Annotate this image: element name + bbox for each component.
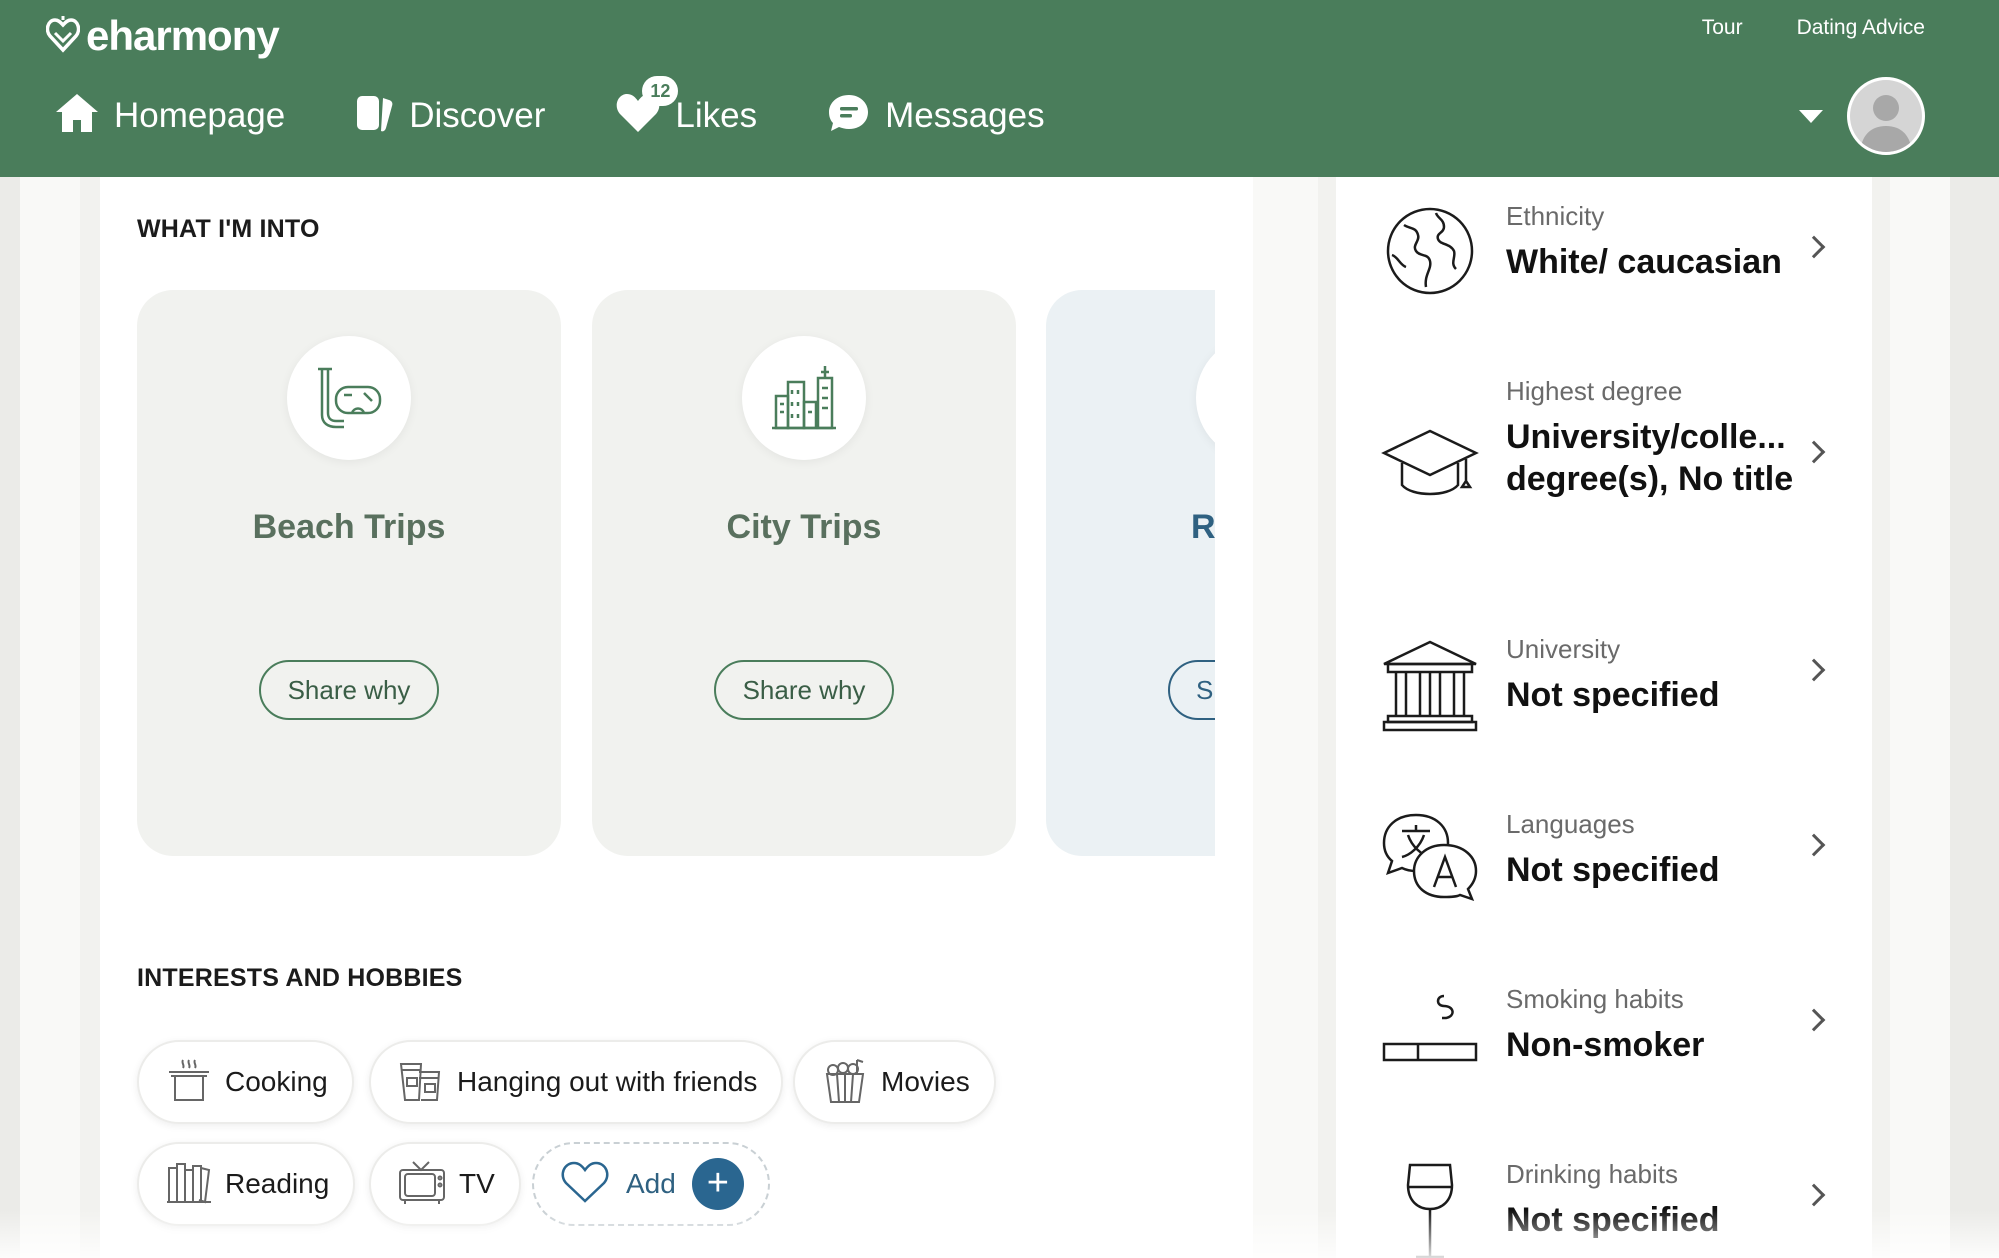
chevron-right-icon: [1802, 1183, 1826, 1207]
home-icon: [54, 92, 100, 139]
university-building-icon: [1380, 638, 1480, 734]
nav-discover-label: Discover: [409, 95, 546, 135]
tv-icon: [397, 1158, 447, 1211]
interest-chip-movies[interactable]: Movies: [793, 1040, 996, 1124]
chevron-right-icon: [1802, 658, 1826, 682]
detail-label: Smoking habits: [1506, 984, 1684, 1014]
share-why-button[interactable]: Share why: [714, 660, 894, 720]
detail-value: Non-smoker: [1506, 1026, 1705, 1064]
add-interest-button[interactable]: Add +: [532, 1142, 770, 1226]
plus-icon[interactable]: +: [691, 1158, 744, 1210]
heart-outline-icon: [560, 1159, 610, 1210]
eharmony-logo[interactable]: eharmony: [45, 12, 280, 60]
nav-discover[interactable]: Discover: [355, 92, 545, 139]
into-card-beach-trips[interactable]: Beach Trips Share why: [137, 290, 561, 856]
chip-label: Cooking: [225, 1066, 328, 1097]
interest-chip-reading[interactable]: Reading: [137, 1142, 356, 1226]
detail-row-university[interactable]: University Not specified: [1370, 628, 1840, 758]
share-why-button[interactable]: Sh: [1168, 660, 1215, 720]
chip-label: Movies: [881, 1066, 970, 1097]
snorkel-mask-icon: [287, 336, 411, 460]
wine-glass-icon: [1380, 1161, 1480, 1258]
account-menu-chevron-down-icon[interactable]: [1799, 109, 1823, 123]
city-buildings-icon: [742, 336, 866, 460]
detail-row-languages[interactable]: Languages Not specified: [1370, 803, 1840, 933]
popcorn-icon: [821, 1056, 869, 1109]
nav-homepage-label: Homepage: [114, 95, 286, 135]
nav-messages-label: Messages: [885, 95, 1045, 135]
interest-chip-tv[interactable]: TV: [369, 1142, 521, 1226]
into-card-title: Beach Trips: [252, 508, 446, 546]
logo-text: eharmony: [86, 12, 280, 59]
tour-link[interactable]: Tour: [1702, 16, 1743, 40]
main-nav: Homepage Discover 12 Likes Messages: [54, 76, 1115, 139]
detail-row-ethnicity[interactable]: Ethnicity White/ caucasian: [1370, 195, 1840, 315]
chevron-right-icon: [1802, 440, 1826, 464]
what-im-into-heading: WHAT I'M INTO: [137, 215, 320, 243]
into-card-title: City Trips: [726, 508, 882, 546]
detail-label: Drinking habits: [1506, 1159, 1678, 1189]
nav-homepage[interactable]: Homepage: [54, 92, 285, 139]
share-why-button[interactable]: Share why: [259, 660, 439, 720]
detail-value: University/colle... degree(s), No title: [1506, 418, 1794, 498]
chat-bubble-icon: [827, 92, 871, 139]
into-card-city-trips[interactable]: City Trips Share why: [592, 290, 1016, 856]
interest-chip-cooking[interactable]: Cooking: [137, 1040, 354, 1124]
graduation-cap-icon: [1380, 425, 1480, 505]
nav-likes[interactable]: 12 Likes: [615, 76, 758, 139]
detail-label: Ethnicity: [1506, 201, 1605, 231]
chip-label: Reading: [225, 1168, 330, 1199]
chip-label: Hanging out with friends: [457, 1066, 758, 1097]
likes-count-badge: 12: [642, 76, 679, 106]
chip-label: TV: [459, 1168, 495, 1199]
detail-label: University: [1506, 634, 1621, 664]
globe-icon: [1380, 205, 1480, 297]
detail-label: Languages: [1506, 809, 1635, 839]
languages-icon: [1380, 811, 1480, 901]
dating-advice-link[interactable]: Dating Advice: [1797, 16, 1925, 40]
books-icon: [165, 1158, 213, 1211]
interests-heading: INTERESTS AND HOBBIES: [137, 964, 463, 992]
drinks-icon: [397, 1056, 445, 1109]
detail-label: Highest degree: [1506, 376, 1683, 406]
cigarette-icon: [1380, 992, 1480, 1072]
what-im-into-carousel[interactable]: Beach Trips Share why City Trips Share w…: [137, 290, 1215, 856]
nav-likes-label: Likes: [675, 95, 758, 135]
detail-row-highest-degree[interactable]: Highest degree University/colle... degre…: [1370, 370, 1840, 550]
detail-row-drinking[interactable]: Drinking habits Not specified: [1370, 1153, 1840, 1258]
nav-messages[interactable]: Messages: [827, 92, 1045, 139]
chevron-right-icon: [1802, 833, 1826, 857]
detail-value: Not specified: [1506, 676, 1720, 714]
into-card-partial[interactable]: R Sh: [1046, 290, 1215, 856]
detail-value: White/ caucasian: [1506, 243, 1782, 281]
detail-row-smoking[interactable]: Smoking habits Non-smoker: [1370, 978, 1840, 1108]
top-header: eharmony Tour Dating Advice Homepage Dis…: [0, 0, 1999, 177]
avatar[interactable]: [1847, 77, 1925, 155]
into-card-title: R: [1191, 508, 1215, 546]
interest-chip-hanging-out[interactable]: Hanging out with friends: [369, 1040, 784, 1124]
partial-icon: [1196, 336, 1215, 460]
heart-logo-icon: [45, 14, 81, 59]
detail-value: Not specified: [1506, 851, 1720, 889]
chevron-right-icon: [1802, 1008, 1826, 1032]
add-interest-label: Add: [626, 1168, 676, 1199]
discover-cards-icon: [355, 92, 395, 139]
cooking-pot-icon: [165, 1056, 213, 1109]
detail-value: Not specified: [1506, 1201, 1720, 1239]
